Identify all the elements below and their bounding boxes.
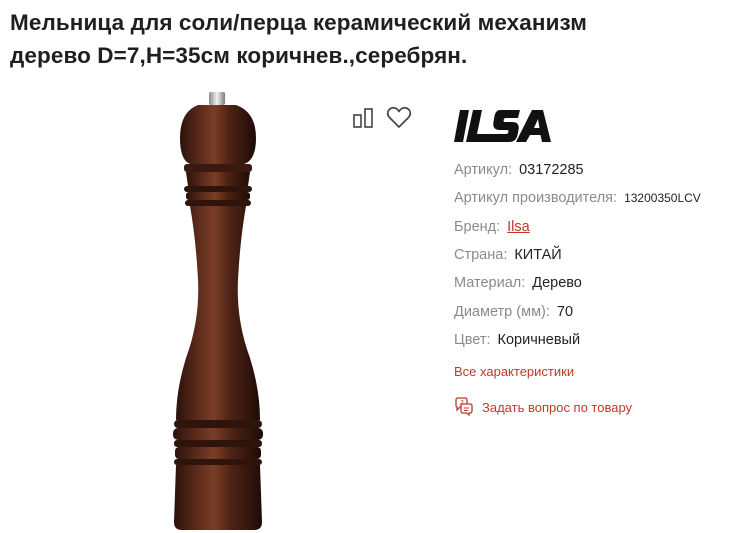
spec-value: Дерево (532, 275, 582, 292)
heart-icon[interactable] (386, 106, 412, 135)
spec-row-color: Цвет: Коричневый (454, 331, 581, 348)
product-title-line-2: дерево D=7,H=35см коричнев.,серебрян. (10, 43, 468, 68)
ask-question-link[interactable]: ? Задать вопрос по товару (452, 396, 632, 419)
spec-row-country: Страна: КИТАЙ (454, 247, 562, 264)
spec-label: Цвет (454, 331, 487, 348)
spec-label: Артикул (454, 162, 509, 179)
product-title-line-1: Мельница для соли/перца керамический мех… (10, 10, 587, 35)
spec-label: Артикул производителя (454, 190, 614, 207)
brand-logo[interactable] (452, 108, 562, 144)
spec-value: 03172285 (519, 162, 584, 179)
product-specs: Артикул: 03172285 Артикул производителя:… (454, 156, 701, 354)
spec-value: 70 (556, 303, 574, 320)
spec-label: Страна (454, 247, 504, 264)
svg-text:?: ? (460, 399, 464, 407)
spec-value: 13200350LCV (624, 191, 701, 206)
spec-value: КИТАЙ (514, 247, 562, 264)
compare-icon[interactable] (352, 107, 376, 134)
product-image[interactable] (168, 90, 278, 532)
product-actions (352, 106, 412, 135)
brand-link[interactable]: Ilsa (507, 219, 530, 235)
spec-row-manufacturer-article: Артикул производителя: 13200350LCV (454, 190, 701, 207)
spec-row-diameter: Диаметр (мм): 70 (454, 303, 574, 320)
spec-value: Коричневый (497, 331, 581, 348)
question-chat-icon: ? (452, 396, 474, 419)
ask-question-label: Задать вопрос по товару (482, 400, 633, 415)
product-title: Мельница для соли/перца керамический мех… (10, 6, 730, 72)
spec-row-article: Артикул: 03172285 (454, 162, 584, 179)
spec-row-brand: Бренд: Ilsa (454, 218, 530, 235)
spec-label: Диаметр (мм) (454, 303, 546, 320)
spec-label: Материал (454, 275, 522, 292)
spec-row-material: Материал: Дерево (454, 275, 582, 292)
all-specs-link[interactable]: Все характеристики (454, 364, 574, 379)
spec-label: Бренд (454, 218, 497, 235)
